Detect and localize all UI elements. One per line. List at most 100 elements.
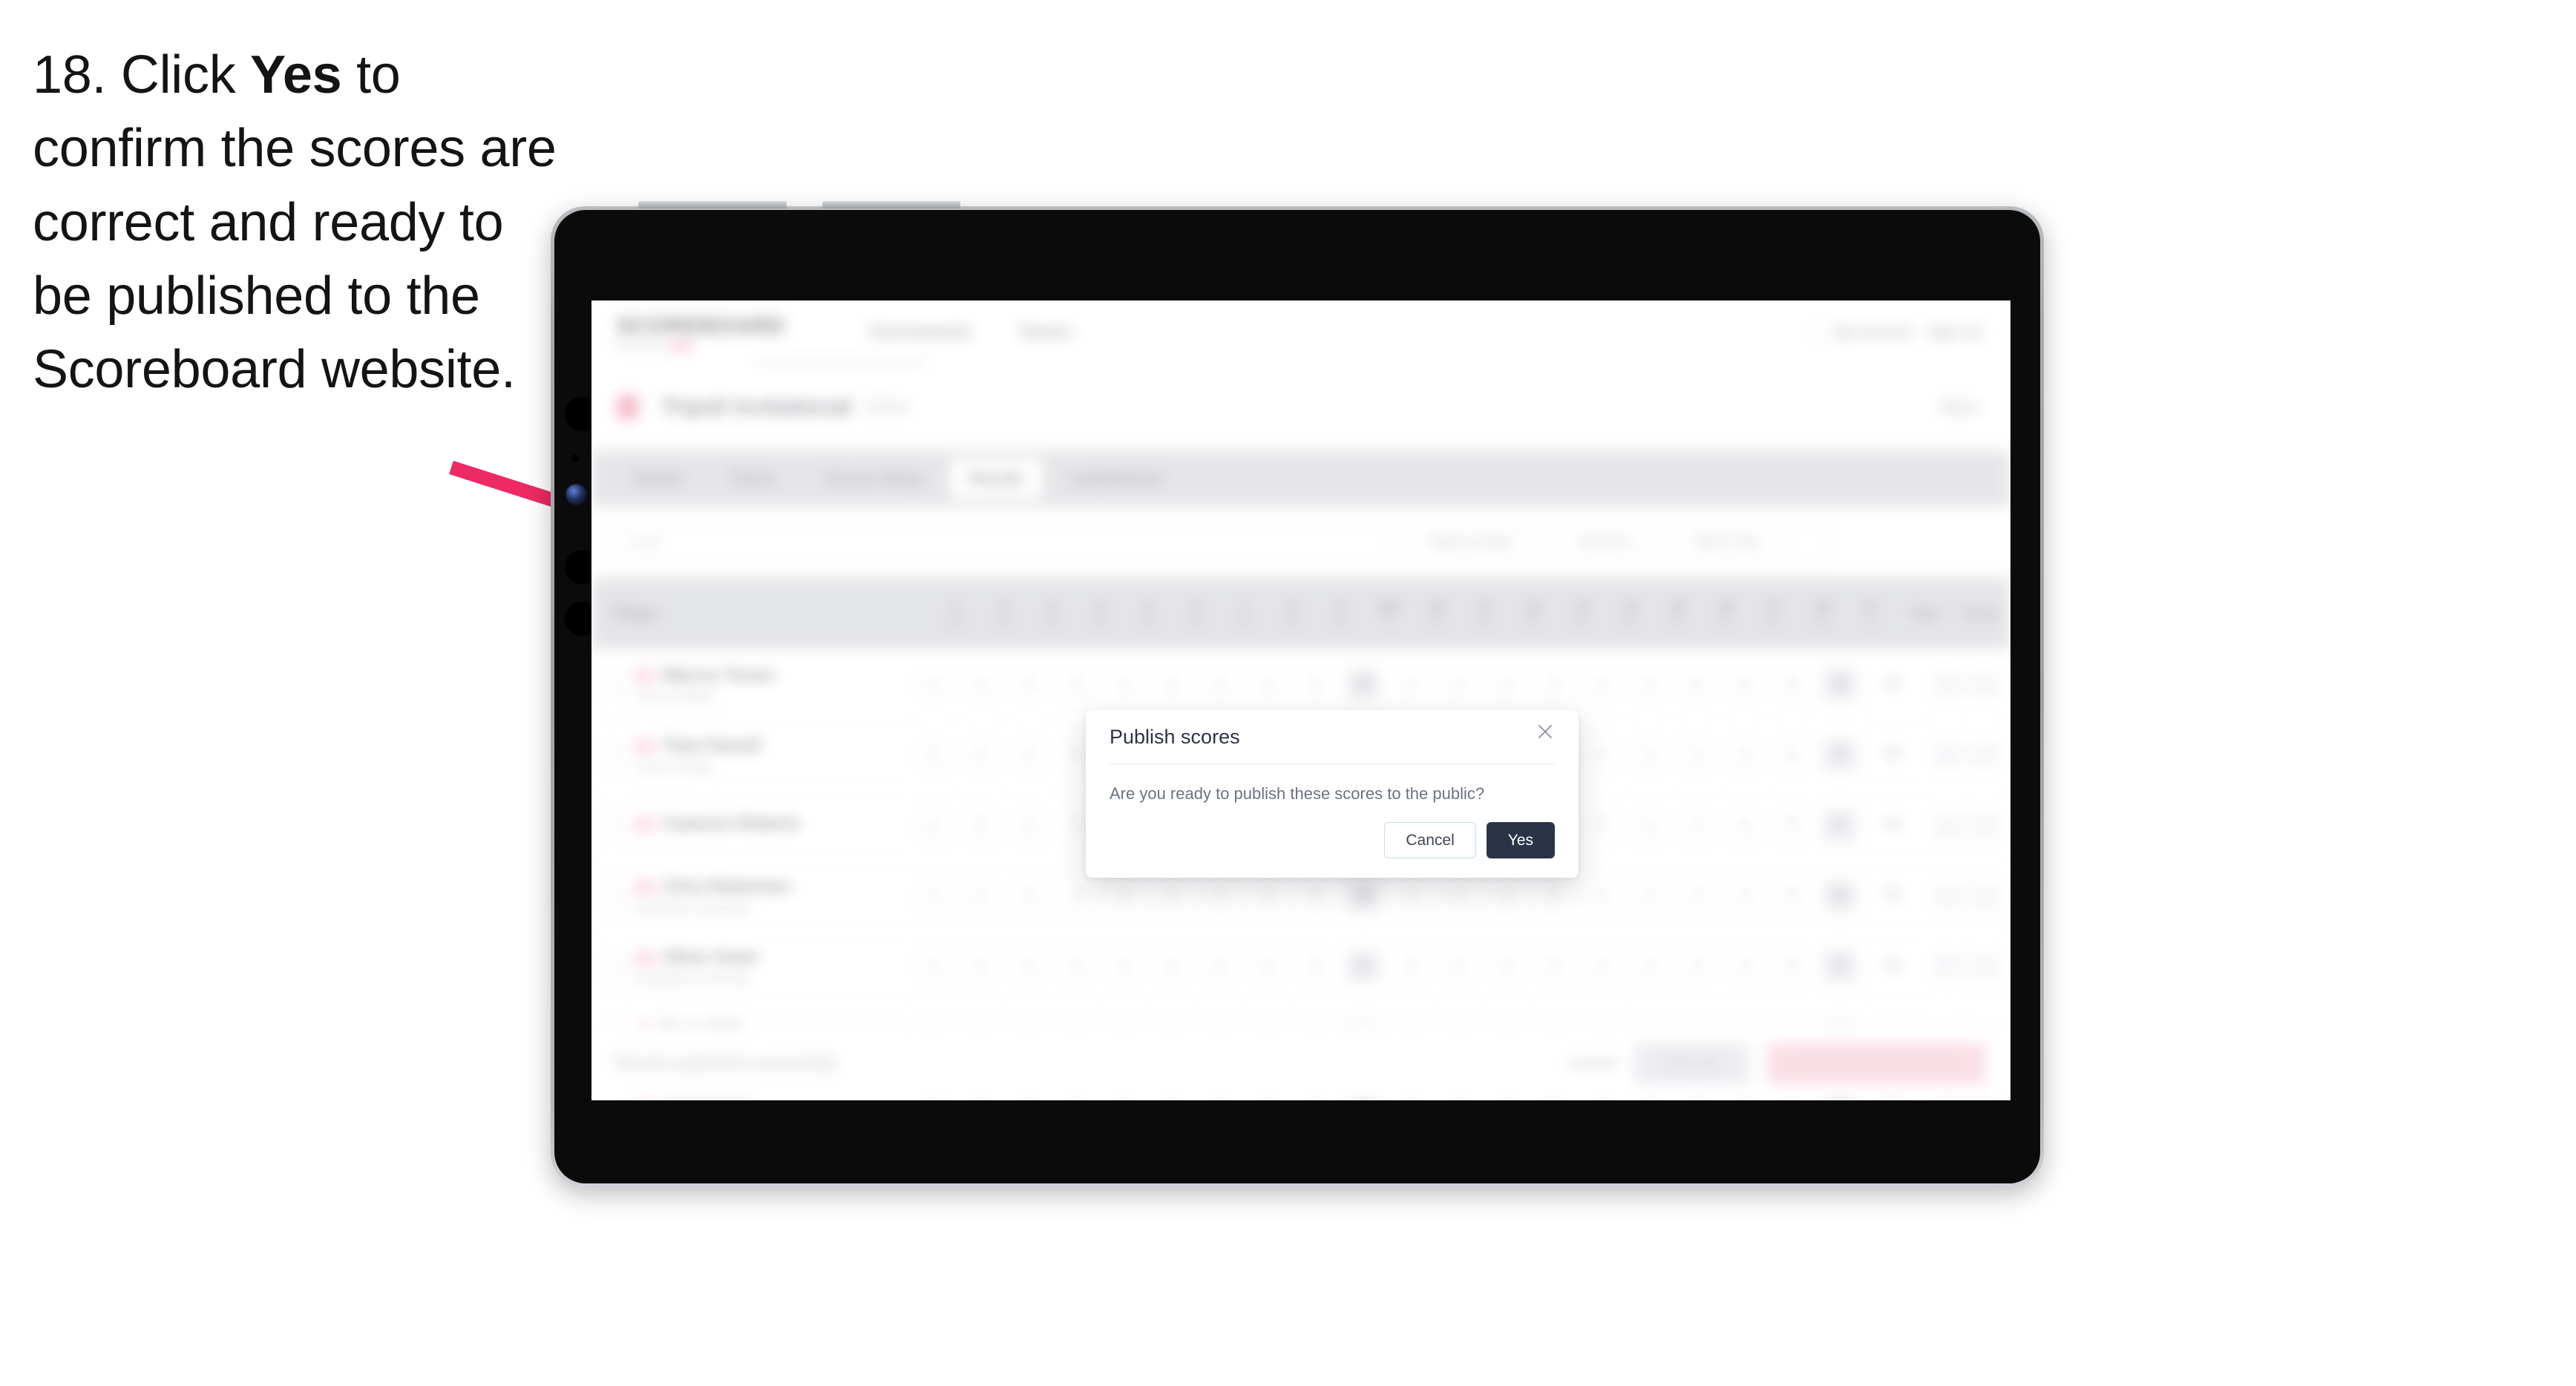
score-cell[interactable]: 37 (1816, 738, 1864, 772)
volume-down-button[interactable] (822, 201, 960, 208)
score-cell[interactable]: 37 (1816, 808, 1864, 843)
row-checkbox[interactable] (591, 673, 635, 696)
score-cell[interactable]: 4 (1578, 878, 1625, 913)
tab-results[interactable]: Results (949, 459, 1043, 499)
score-cell[interactable]: 5 (1292, 949, 1340, 984)
score-cell[interactable]: 4 (1387, 878, 1435, 913)
score-cell[interactable]: 4 (911, 878, 958, 913)
score-cell[interactable]: 36 (1816, 878, 1864, 913)
score-cell[interactable]: 5 (1769, 667, 1816, 702)
score-cell[interactable]: 5 (1530, 667, 1578, 702)
score-cell[interactable]: 4 (1625, 878, 1673, 913)
score-cell[interactable]: 3 (1006, 667, 1053, 702)
nav-link-sign-out[interactable]: Sign out (1928, 324, 1982, 341)
publish-scores-button[interactable]: Publish scores to public (1766, 1042, 1985, 1084)
score-cell[interactable]: 4 (1625, 949, 1673, 984)
row-checkbox[interactable] (591, 955, 635, 978)
score-cell[interactable]: 37 (1816, 949, 1864, 984)
score-cell[interactable]: 4 (1625, 667, 1673, 702)
footer-cancel-link[interactable]: Cancel (1567, 1054, 1616, 1072)
score-cell[interactable]: 4 (1149, 949, 1196, 984)
nav-link-tournaments[interactable]: Tournaments (868, 322, 971, 343)
score-cell[interactable]: 5 (1769, 738, 1816, 772)
score-cell[interactable]: 4 (1578, 667, 1625, 702)
score-cell[interactable]: 3 (1196, 949, 1244, 984)
back-link[interactable]: Back (1941, 398, 1978, 417)
app-logo[interactable]: SCOREBOARD Powered by NEW (617, 314, 785, 352)
tab-teams[interactable]: Teams (709, 459, 796, 499)
score-cell[interactable]: 5 (1292, 667, 1340, 702)
score-cell[interactable]: 3 (1673, 878, 1720, 913)
score-cell[interactable]: 3 (1196, 667, 1244, 702)
score-cell[interactable]: 4 (1720, 878, 1768, 913)
score-cell[interactable]: 5 (958, 808, 1006, 843)
score-cell[interactable]: 5 (1054, 667, 1101, 702)
score-cell[interactable]: 37 (1340, 949, 1387, 984)
score-cell[interactable]: 5 (1054, 949, 1101, 984)
score-cell[interactable]: 4 (1244, 949, 1291, 984)
score-cell[interactable]: 4 (911, 949, 958, 984)
volume-up-button[interactable] (638, 201, 787, 208)
filter-team-only[interactable]: Team Only (1674, 523, 1779, 562)
score-cell[interactable]: 4 (1244, 878, 1291, 913)
score-cell[interactable]: 4 (911, 808, 958, 843)
score-cell[interactable]: 3 (1196, 878, 1244, 913)
score-cell[interactable]: 4 (911, 667, 958, 702)
score-cell[interactable]: 4 (1720, 949, 1768, 984)
score-cell[interactable]: 5 (1769, 949, 1816, 984)
settings-gear-icon[interactable] (1791, 524, 1828, 561)
save-all-button[interactable]: Save all (1633, 1042, 1749, 1084)
score-cell[interactable]: 3 (1482, 949, 1530, 984)
score-cell[interactable]: 5 (1530, 878, 1578, 913)
score-cell[interactable]: 36 (1340, 667, 1387, 702)
score-cell[interactable]: 4 (1149, 878, 1196, 913)
score-cell[interactable]: 4 (1578, 738, 1625, 772)
score-cell[interactable]: 4 (1435, 878, 1482, 913)
score-cell[interactable]: 4 (1720, 667, 1768, 702)
score-cell[interactable]: 3 (1482, 878, 1530, 913)
score-cell[interactable]: 5 (1054, 878, 1101, 913)
filter-flight-number[interactable]: Flight number (1403, 523, 1538, 562)
cancel-button[interactable]: Cancel (1384, 822, 1476, 858)
score-cell[interactable]: 4 (1625, 808, 1673, 843)
close-icon[interactable] (1533, 719, 1558, 744)
row-checkbox[interactable] (591, 884, 635, 907)
score-cell[interactable]: 4 (1720, 738, 1768, 772)
score-cell[interactable]: 4 (1720, 808, 1768, 843)
score-cell[interactable]: 4 (1244, 667, 1291, 702)
nav-link-my-account[interactable]: My Account (1835, 324, 1911, 341)
tab-course-setup[interactable]: Course Setup (804, 459, 943, 499)
score-cell[interactable]: 5 (1578, 808, 1625, 843)
score-cell[interactable]: 4 (1435, 949, 1482, 984)
score-cell[interactable]: 4 (1387, 667, 1435, 702)
score-cell[interactable]: 5 (1292, 878, 1340, 913)
score-cell[interactable]: 3 (1673, 808, 1720, 843)
row-checkbox[interactable] (591, 814, 635, 837)
filter-round[interactable]: Round 1 (1553, 523, 1659, 562)
score-cell[interactable]: 36 (1340, 878, 1387, 913)
score-cell[interactable]: 3 (1006, 738, 1053, 772)
score-cell[interactable]: 4 (1101, 878, 1149, 913)
score-cell[interactable]: 5 (1769, 808, 1816, 843)
row-checkbox[interactable] (591, 743, 635, 766)
score-cell[interactable]: 4 (1435, 667, 1482, 702)
score-cell[interactable]: 4 (958, 667, 1006, 702)
score-cell[interactable]: 5 (1387, 949, 1435, 984)
score-cell[interactable]: 4 (1101, 949, 1149, 984)
score-cell[interactable]: 5 (911, 738, 958, 772)
score-cell[interactable]: 4 (958, 878, 1006, 913)
table-row[interactable]: Oliver Grant Southland University 4 4 4 5 4 4 3 4… (591, 931, 2010, 1002)
score-cell[interactable]: 3 (1673, 667, 1720, 702)
score-cell[interactable]: 5 (1769, 878, 1816, 913)
score-cell[interactable]: 4 (958, 738, 1006, 772)
nav-link-teams[interactable]: Teams (1018, 322, 1071, 343)
search-input[interactable]: Find (615, 523, 1389, 562)
score-cell[interactable]: 4 (1625, 738, 1673, 772)
score-cell[interactable]: 36 (1816, 667, 1864, 702)
yes-button[interactable]: Yes (1486, 822, 1555, 858)
score-cell[interactable]: 4 (1578, 949, 1625, 984)
score-cell[interactable]: 3 (1673, 949, 1720, 984)
tab-leaderboard[interactable]: Leaderboard (1050, 459, 1182, 499)
score-cell[interactable]: 4 (958, 949, 1006, 984)
tab-details[interactable]: Details (614, 459, 702, 499)
